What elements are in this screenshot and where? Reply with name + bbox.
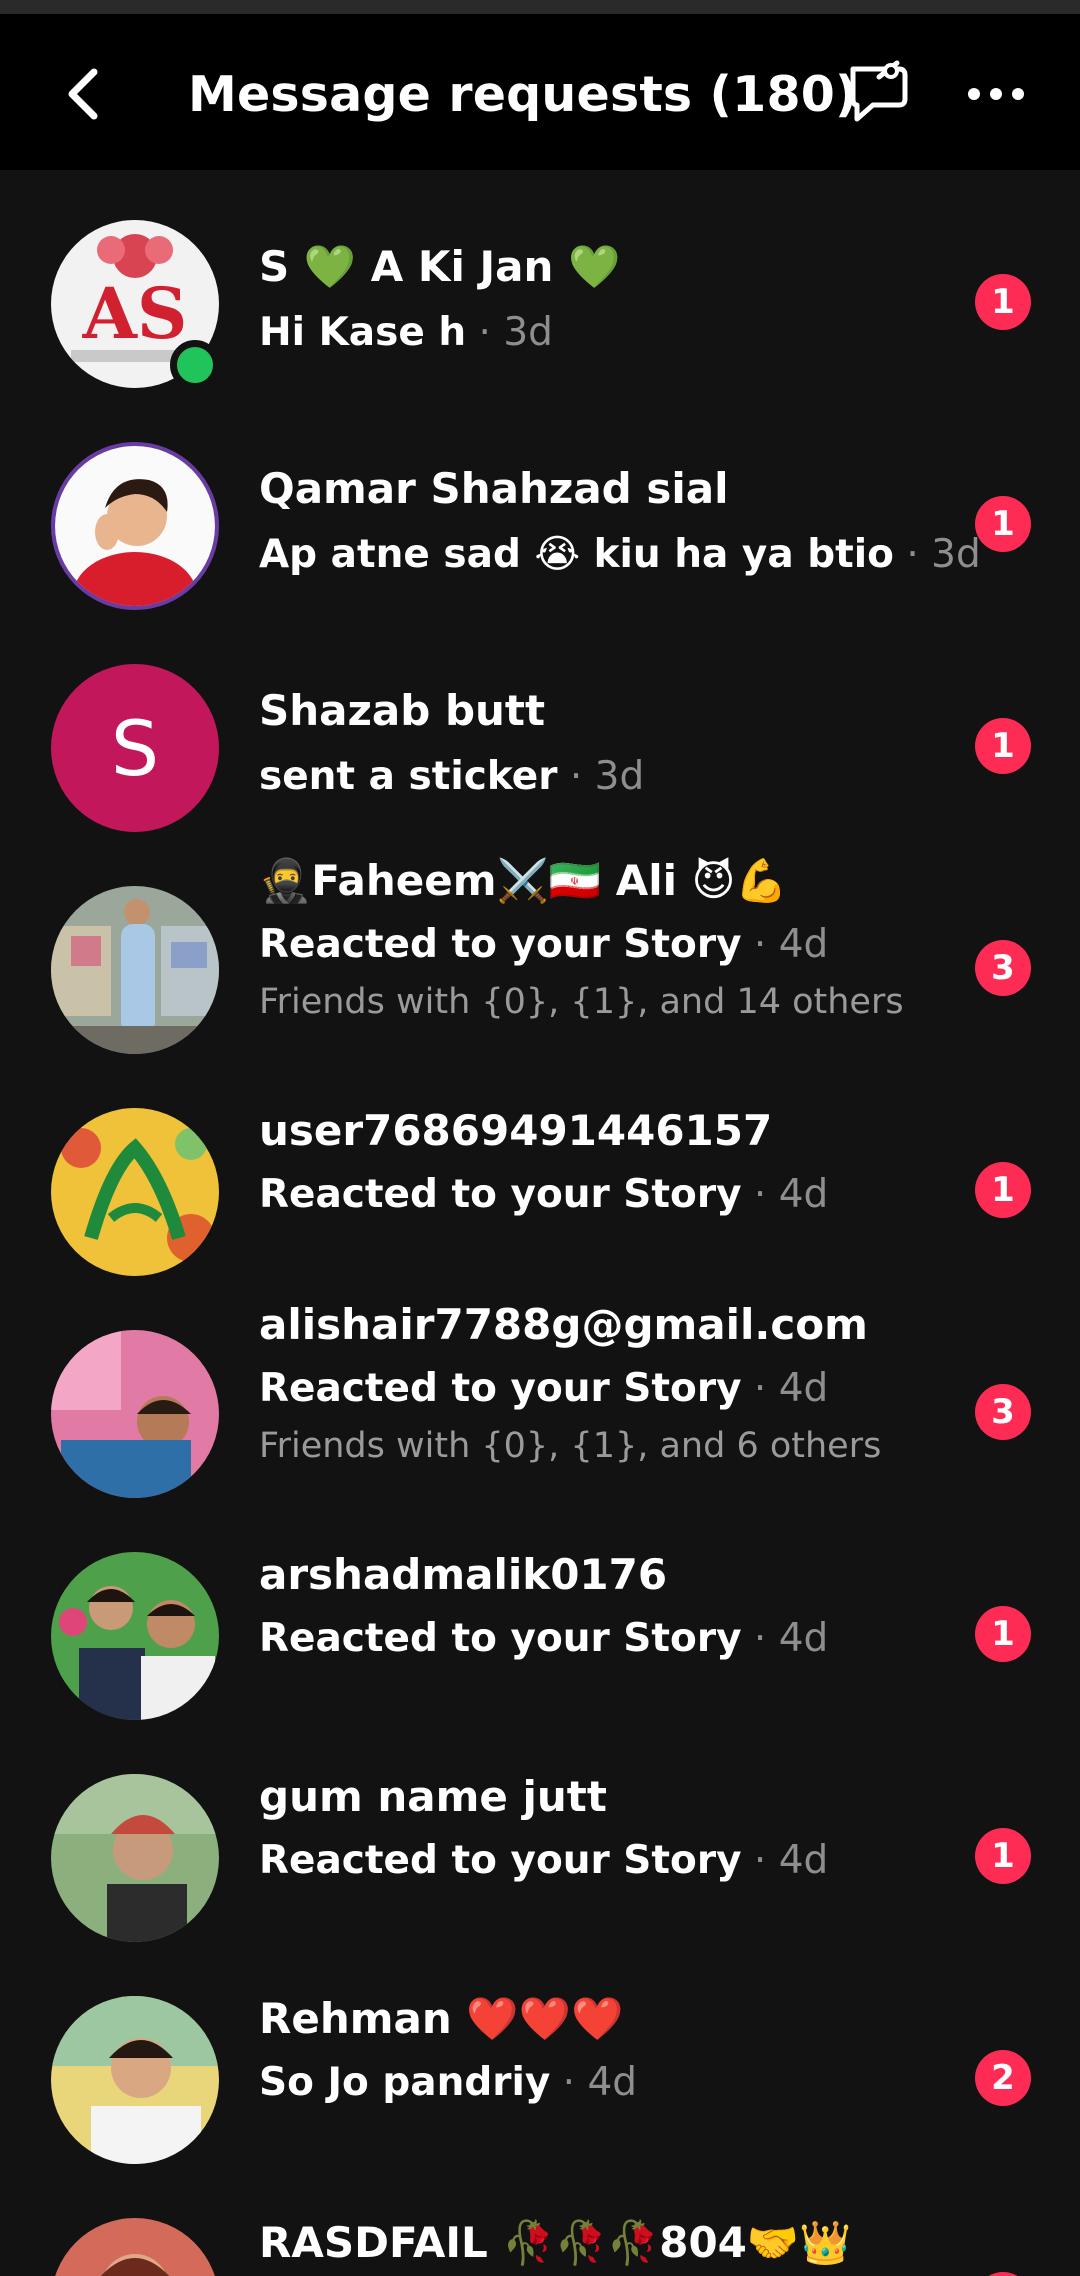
avatar[interactable] — [51, 1774, 219, 1942]
request-row[interactable]: alishair7788g@gmail.com Reacted to your … — [0, 1280, 1080, 1502]
back-button[interactable] — [52, 62, 116, 126]
unread-count-badge: 2 — [975, 2050, 1031, 2106]
message-preview: Reacted to your Story · 4d — [259, 1838, 828, 1883]
request-row[interactable]: Rehman ❤️❤️❤️ So Jo pandriy · 4d 2 — [0, 1946, 1080, 2168]
sender-name: Rehman ❤️❤️❤️ — [259, 1994, 624, 2043]
message-text: Reacted to your Story — [259, 1172, 742, 1217]
avatar[interactable] — [51, 886, 219, 1054]
avatar[interactable]: S — [51, 664, 219, 832]
more-horizontal-icon — [968, 88, 1024, 100]
mute-requests-button[interactable] — [840, 54, 916, 130]
message-text: Ap atne sad 😭 kiu ha ya btio — [259, 532, 894, 577]
message-preview: Reacted to your Story · 4d — [259, 1172, 828, 1217]
separator-dot: · — [741, 1616, 779, 1661]
request-row[interactable]: Qamar Shahzad sial Ap atne sad 😭 kiu ha … — [0, 392, 1080, 614]
sender-name: user76869491446157 — [259, 1106, 773, 1155]
avatar[interactable] — [51, 1996, 219, 2164]
message-time: 4d — [778, 1616, 829, 1661]
message-preview: sent a sticker · 3d — [259, 754, 644, 799]
svg-text:AS: AS — [82, 272, 188, 355]
request-row[interactable]: 🥷Faheem⚔️🇮🇷 Ali 😈💪 Reacted to your Story… — [0, 836, 1080, 1058]
message-text: Reacted to your Story — [259, 1616, 742, 1661]
message-text: Reacted to your Story — [259, 922, 742, 967]
unread-count-badge: 1 — [975, 274, 1031, 330]
separator-dot: · — [741, 1172, 779, 1217]
message-time: 4d — [778, 1172, 829, 1217]
separator-dot: · — [550, 2060, 588, 2105]
message-text: Hi Kase h — [259, 310, 467, 355]
mutual-friends-text: Friends with {0}, {1}, and 14 others — [259, 982, 904, 1022]
avatar[interactable] — [51, 1108, 219, 1276]
message-time: 3d — [594, 754, 645, 799]
unread-count-badge — [975, 2272, 1031, 2276]
sender-name: gum name jutt — [259, 1772, 607, 1821]
unread-count-badge: 1 — [975, 1828, 1031, 1884]
message-preview: Reacted to your Story · 4d — [259, 1366, 828, 1411]
sender-name: Shazab butt — [259, 686, 546, 735]
separator-dot: · — [893, 532, 932, 577]
message-preview: Reacted to your Story · 4d — [259, 1616, 828, 1661]
separator-dot: · — [741, 922, 779, 967]
sender-name: Qamar Shahzad sial — [259, 464, 729, 513]
request-row[interactable]: RASDFAIL 🥀🥀🥀804🤝👑 — [0, 2168, 1080, 2276]
unread-count-badge: 1 — [975, 1606, 1031, 1662]
status-bar-strip — [0, 0, 1080, 14]
message-time: 4d — [778, 1838, 829, 1883]
request-row[interactable]: gum name jutt Reacted to your Story · 4d… — [0, 1724, 1080, 1946]
message-preview: Hi Kase h · 3d — [259, 310, 553, 355]
top-bar: Message requests (180) — [0, 14, 1080, 170]
message-preview: So Jo pandriy · 4d — [259, 2060, 637, 2105]
sender-name: arshadmalik0176 — [259, 1550, 668, 1599]
mutual-friends-text: Friends with {0}, {1}, and 6 others — [259, 1426, 882, 1466]
unread-count-badge: 3 — [975, 1384, 1031, 1440]
unread-count-badge: 1 — [975, 1162, 1031, 1218]
unread-count-badge: 1 — [975, 718, 1031, 774]
more-options-button[interactable] — [960, 62, 1032, 126]
request-row[interactable]: AS S 💚 A Ki Jan 💚 Hi Kase h · 3d 1 — [0, 170, 1080, 392]
message-time: 3d — [931, 532, 981, 577]
message-preview: Reacted to your Story · 4d — [259, 922, 828, 967]
request-row[interactable]: user76869491446157 Reacted to your Story… — [0, 1058, 1080, 1280]
separator-dot: · — [741, 1838, 779, 1883]
sender-name: 🥷Faheem⚔️🇮🇷 Ali 😈💪 — [259, 856, 788, 905]
avatar[interactable] — [51, 1330, 219, 1498]
sender-name: RASDFAIL 🥀🥀🥀804🤝👑 — [259, 2218, 852, 2267]
sender-name: alishair7788g@gmail.com — [259, 1300, 868, 1349]
avatar[interactable] — [51, 1552, 219, 1720]
sender-name: S 💚 A Ki Jan 💚 — [259, 242, 621, 291]
page-title: Message requests (180) — [188, 65, 858, 123]
avatar[interactable] — [51, 2218, 219, 2276]
message-text: Reacted to your Story — [259, 1366, 742, 1411]
separator-dot: · — [741, 1366, 779, 1411]
unread-count-badge: 1 — [975, 496, 1031, 552]
request-row[interactable]: S Shazab butt sent a sticker · 3d 1 — [0, 614, 1080, 836]
request-row[interactable]: arshadmalik0176 Reacted to your Story · … — [0, 1502, 1080, 1724]
online-status-indicator — [170, 340, 220, 390]
message-text: Reacted to your Story — [259, 1838, 742, 1883]
unread-count-badge: 3 — [975, 940, 1031, 996]
message-time: 4d — [778, 1366, 829, 1411]
chevron-left-icon — [68, 68, 98, 120]
message-time: 4d — [587, 2060, 638, 2105]
message-preview: Ap atne sad 😭 kiu ha ya btio · 3d — [259, 532, 981, 577]
avatar[interactable] — [51, 442, 219, 610]
separator-dot: · — [466, 310, 504, 355]
message-time: 4d — [778, 922, 829, 967]
message-mute-icon — [850, 60, 908, 122]
message-text: sent a sticker — [259, 754, 558, 799]
message-text: So Jo pandriy — [259, 2060, 551, 2105]
message-time: 3d — [503, 310, 553, 355]
avatar-initial: S — [110, 703, 160, 793]
separator-dot: · — [557, 754, 595, 799]
